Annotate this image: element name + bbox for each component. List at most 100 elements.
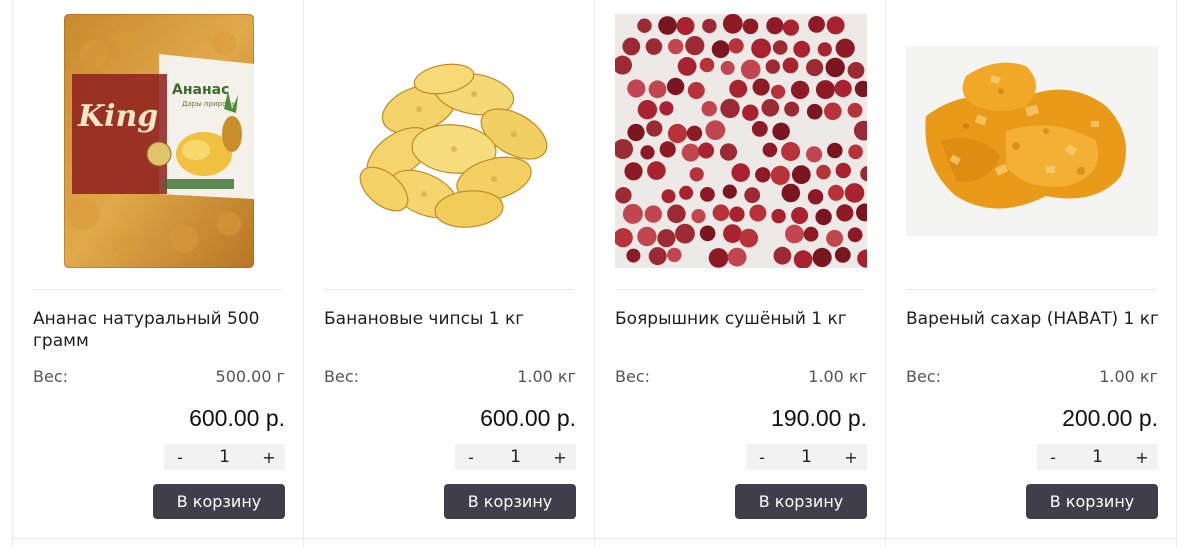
berry (637, 226, 657, 247)
berry (812, 247, 832, 268)
berry (723, 224, 742, 244)
berry (825, 57, 845, 78)
berry (637, 18, 652, 33)
add-to-cart-button[interactable]: В корзину (1026, 484, 1158, 519)
berry (847, 62, 865, 79)
berry (729, 79, 748, 98)
berry (835, 38, 855, 58)
product-image[interactable] (906, 14, 1158, 268)
card-divider (324, 289, 574, 290)
dried-hawthorn-image (615, 14, 867, 268)
berry (782, 19, 799, 36)
berry (667, 123, 688, 144)
qty-plus-button[interactable]: + (544, 448, 576, 467)
berry (685, 36, 705, 56)
quantity-stepper: - 1 + (164, 444, 285, 470)
add-to-cart-button[interactable]: В корзину (735, 484, 867, 519)
berry (844, 183, 865, 203)
berry (729, 206, 745, 222)
berry (742, 104, 759, 121)
berry (711, 40, 730, 59)
qty-plus-button[interactable]: + (835, 448, 867, 467)
product-title[interactable]: Боярышник сушёный 1 кг (615, 308, 869, 330)
berry (771, 208, 786, 224)
weight-row: Вес: 500.00 г (33, 367, 285, 386)
berry (739, 228, 759, 248)
berry (686, 125, 703, 141)
qty-minus-button[interactable]: - (746, 448, 778, 467)
berry (807, 189, 824, 205)
qty-input[interactable]: 1 (196, 447, 253, 467)
product-image[interactable] (615, 14, 867, 268)
berry (728, 38, 744, 54)
berry (701, 101, 717, 117)
add-to-cart-button[interactable]: В корзину (153, 484, 285, 519)
next-card-edge (886, 539, 1177, 547)
product-price: 200.00 р. (1062, 405, 1158, 431)
package-brand: King (77, 99, 158, 134)
berry (722, 184, 737, 199)
berry (720, 60, 735, 75)
product-image[interactable]: King Ананас Дары природы (33, 14, 285, 268)
qty-minus-button[interactable]: - (1037, 448, 1069, 467)
berry (815, 80, 835, 100)
berry (627, 79, 646, 98)
berry (772, 40, 788, 55)
berry (773, 246, 792, 265)
weight-value: 500.00 г (215, 367, 285, 386)
berry (806, 103, 823, 120)
berry (645, 38, 663, 55)
berry (705, 120, 726, 140)
berry (658, 16, 677, 35)
berry (699, 225, 716, 242)
berry (848, 144, 863, 160)
berry (771, 84, 786, 99)
product-title[interactable]: Ананас натуральный 500 грамм (33, 308, 287, 352)
weight-value: 1.00 кг (1099, 367, 1158, 386)
berry (708, 248, 729, 268)
berry (657, 229, 676, 248)
qty-minus-button[interactable]: - (164, 448, 196, 467)
add-to-cart-button[interactable]: В корзину (444, 484, 576, 519)
card-divider (615, 289, 865, 290)
berry (679, 185, 694, 200)
berry (624, 162, 643, 181)
berry (687, 82, 705, 99)
berry (731, 163, 750, 182)
berry (646, 120, 663, 137)
berry (752, 78, 770, 96)
quantity-stepper: - 1 + (455, 444, 576, 470)
berry (791, 207, 809, 224)
berry (626, 248, 641, 263)
berry (762, 142, 778, 158)
berry (677, 57, 697, 76)
berry (667, 247, 682, 263)
product-title[interactable]: Вареный сахар (НАВАТ) 1 кг (906, 308, 1160, 330)
berry (761, 99, 780, 117)
berry (806, 146, 823, 163)
berry (781, 142, 801, 161)
product-image[interactable] (324, 14, 576, 268)
qty-input[interactable]: 1 (1069, 447, 1126, 467)
berry (847, 227, 863, 243)
weight-label: Вес: (906, 367, 942, 386)
berry (815, 208, 832, 226)
berry (834, 79, 852, 98)
qty-input[interactable]: 1 (487, 447, 544, 467)
berry (742, 18, 759, 35)
weight-value: 1.00 кг (808, 367, 867, 386)
berry (785, 224, 804, 244)
berry (772, 122, 790, 141)
berry (727, 247, 747, 267)
berry (698, 142, 715, 159)
weight-row: Вес: 1.00 кг (324, 367, 576, 386)
qty-plus-button[interactable]: + (1126, 448, 1158, 467)
qty-input[interactable]: 1 (778, 447, 835, 467)
qty-minus-button[interactable]: - (455, 448, 487, 467)
product-title[interactable]: Банановые чипсы 1 кг (324, 308, 578, 330)
qty-plus-button[interactable]: + (253, 448, 285, 467)
berry (702, 18, 717, 34)
berry (826, 16, 845, 35)
berry (648, 80, 667, 99)
next-card-edge (304, 539, 595, 547)
